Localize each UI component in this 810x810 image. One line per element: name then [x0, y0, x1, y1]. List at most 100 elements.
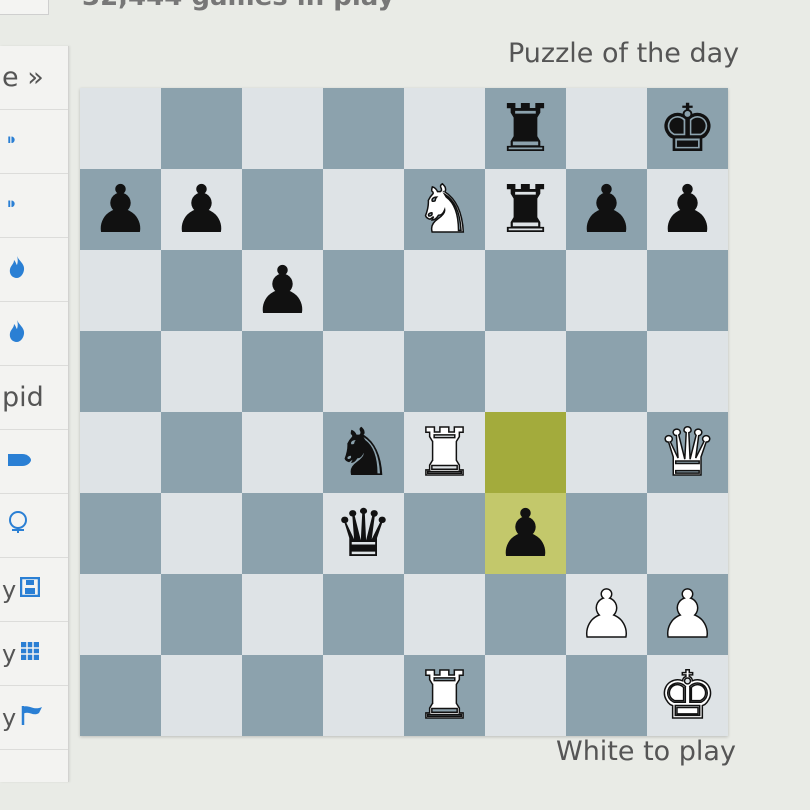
square-e4[interactable]: ♜ — [404, 412, 485, 493]
square-d3[interactable]: ♛ — [323, 493, 404, 574]
square-f7[interactable]: ♜ — [485, 169, 566, 250]
square-h8[interactable]: ♚ — [647, 88, 728, 169]
square-a4[interactable] — [80, 412, 161, 493]
square-d4[interactable]: ♞ — [323, 412, 404, 493]
bullet-icon: ⁍ — [6, 129, 17, 154]
square-e5[interactable] — [404, 331, 485, 412]
square-e7[interactable]: ♞ — [404, 169, 485, 250]
chessboard[interactable]: ♜ ♚ ♟ ♟ ♞ ♜ ♟ ♟ ♟ ♞ ♜ ♛ ♛ ♟ ♟ ♟ ♜ ♚ — [80, 88, 728, 736]
square-c3[interactable] — [242, 493, 323, 574]
square-h1[interactable]: ♚ — [647, 655, 728, 736]
square-h3[interactable] — [647, 493, 728, 574]
black-pawn-piece[interactable]: ♟ — [172, 176, 231, 243]
square-a2[interactable] — [80, 574, 161, 655]
square-a6[interactable] — [80, 250, 161, 331]
square-b3[interactable] — [161, 493, 242, 574]
fire-icon — [6, 319, 28, 349]
sidebar: e » ⁍ ⁍ pid y y y — [0, 46, 69, 782]
square-g6[interactable] — [566, 250, 647, 331]
square-d8[interactable] — [323, 88, 404, 169]
white-king-piece[interactable]: ♚ — [657, 661, 718, 729]
square-c5[interactable] — [242, 331, 323, 412]
black-queen-piece[interactable]: ♛ — [334, 500, 393, 567]
sidebar-item-bullet[interactable]: ⁍ — [0, 174, 68, 238]
square-f1[interactable] — [485, 655, 566, 736]
square-g3[interactable] — [566, 493, 647, 574]
square-a8[interactable] — [80, 88, 161, 169]
puzzle-status: White to play — [556, 736, 736, 767]
square-b8[interactable] — [161, 88, 242, 169]
square-h7[interactable]: ♟ — [647, 169, 728, 250]
square-c4[interactable] — [242, 412, 323, 493]
square-f4[interactable] — [485, 412, 566, 493]
square-h6[interactable] — [647, 250, 728, 331]
sidebar-item-blitz[interactable] — [0, 238, 68, 302]
square-h5[interactable] — [647, 331, 728, 412]
square-e1[interactable]: ♜ — [404, 655, 485, 736]
square-e6[interactable] — [404, 250, 485, 331]
white-pawn-piece[interactable]: ♟ — [657, 580, 718, 648]
black-pawn-piece[interactable]: ♟ — [253, 257, 312, 324]
square-f2[interactable] — [485, 574, 566, 655]
sidebar-item-bullet[interactable]: ⁍ — [0, 110, 68, 174]
square-c1[interactable] — [242, 655, 323, 736]
square-a1[interactable] — [80, 655, 161, 736]
white-knight-piece[interactable]: ♞ — [414, 175, 475, 243]
square-g8[interactable] — [566, 88, 647, 169]
square-c7[interactable] — [242, 169, 323, 250]
black-pawn-piece[interactable]: ♟ — [658, 176, 717, 243]
square-g5[interactable] — [566, 331, 647, 412]
sidebar-item-tournament[interactable]: y — [0, 686, 68, 750]
square-b5[interactable] — [161, 331, 242, 412]
square-d5[interactable] — [323, 331, 404, 412]
square-h2[interactable]: ♟ — [647, 574, 728, 655]
square-g1[interactable] — [566, 655, 647, 736]
square-f3[interactable]: ♟ — [485, 493, 566, 574]
square-h4[interactable]: ♛ — [647, 412, 728, 493]
black-rook-piece[interactable]: ♜ — [496, 176, 555, 243]
square-g7[interactable]: ♟ — [566, 169, 647, 250]
square-f5[interactable] — [485, 331, 566, 412]
square-e2[interactable] — [404, 574, 485, 655]
square-f8[interactable]: ♜ — [485, 88, 566, 169]
square-a5[interactable] — [80, 331, 161, 412]
square-g2[interactable]: ♟ — [566, 574, 647, 655]
square-c8[interactable] — [242, 88, 323, 169]
square-a3[interactable] — [80, 493, 161, 574]
black-knight-piece[interactable]: ♞ — [334, 419, 393, 486]
square-g4[interactable] — [566, 412, 647, 493]
square-c2[interactable] — [242, 574, 323, 655]
black-pawn-piece[interactable]: ♟ — [496, 500, 555, 567]
square-e3[interactable] — [404, 493, 485, 574]
top-button[interactable] — [0, 0, 49, 15]
white-rook-piece[interactable]: ♜ — [414, 418, 475, 486]
square-b1[interactable] — [161, 655, 242, 736]
sidebar-item-classical[interactable]: y — [0, 558, 68, 622]
square-d1[interactable] — [323, 655, 404, 736]
square-b4[interactable] — [161, 412, 242, 493]
white-queen-piece[interactable]: ♛ — [657, 418, 718, 486]
square-c6[interactable]: ♟ — [242, 250, 323, 331]
sidebar-item-rapid[interactable]: pid — [0, 366, 68, 430]
sidebar-item-variant[interactable]: y — [0, 622, 68, 686]
sidebar-item-blitz[interactable] — [0, 302, 68, 366]
square-b2[interactable] — [161, 574, 242, 655]
black-rook-piece[interactable]: ♜ — [496, 95, 555, 162]
sidebar-item-more[interactable]: e » — [0, 46, 68, 110]
square-e8[interactable] — [404, 88, 485, 169]
square-d2[interactable] — [323, 574, 404, 655]
white-pawn-piece[interactable]: ♟ — [576, 580, 637, 648]
square-b6[interactable] — [161, 250, 242, 331]
black-pawn-piece[interactable]: ♟ — [577, 176, 636, 243]
sidebar-item-bullet[interactable] — [0, 430, 68, 494]
square-d6[interactable] — [323, 250, 404, 331]
square-b7[interactable]: ♟ — [161, 169, 242, 250]
black-king-piece[interactable]: ♚ — [658, 95, 717, 162]
black-pawn-piece[interactable]: ♟ — [91, 176, 150, 243]
puzzle-title[interactable]: Puzzle of the day — [508, 38, 739, 69]
white-rook-piece[interactable]: ♜ — [414, 661, 475, 729]
square-a7[interactable]: ♟ — [80, 169, 161, 250]
sidebar-item-correspondence[interactable] — [0, 494, 68, 558]
square-f6[interactable] — [485, 250, 566, 331]
square-d7[interactable] — [323, 169, 404, 250]
